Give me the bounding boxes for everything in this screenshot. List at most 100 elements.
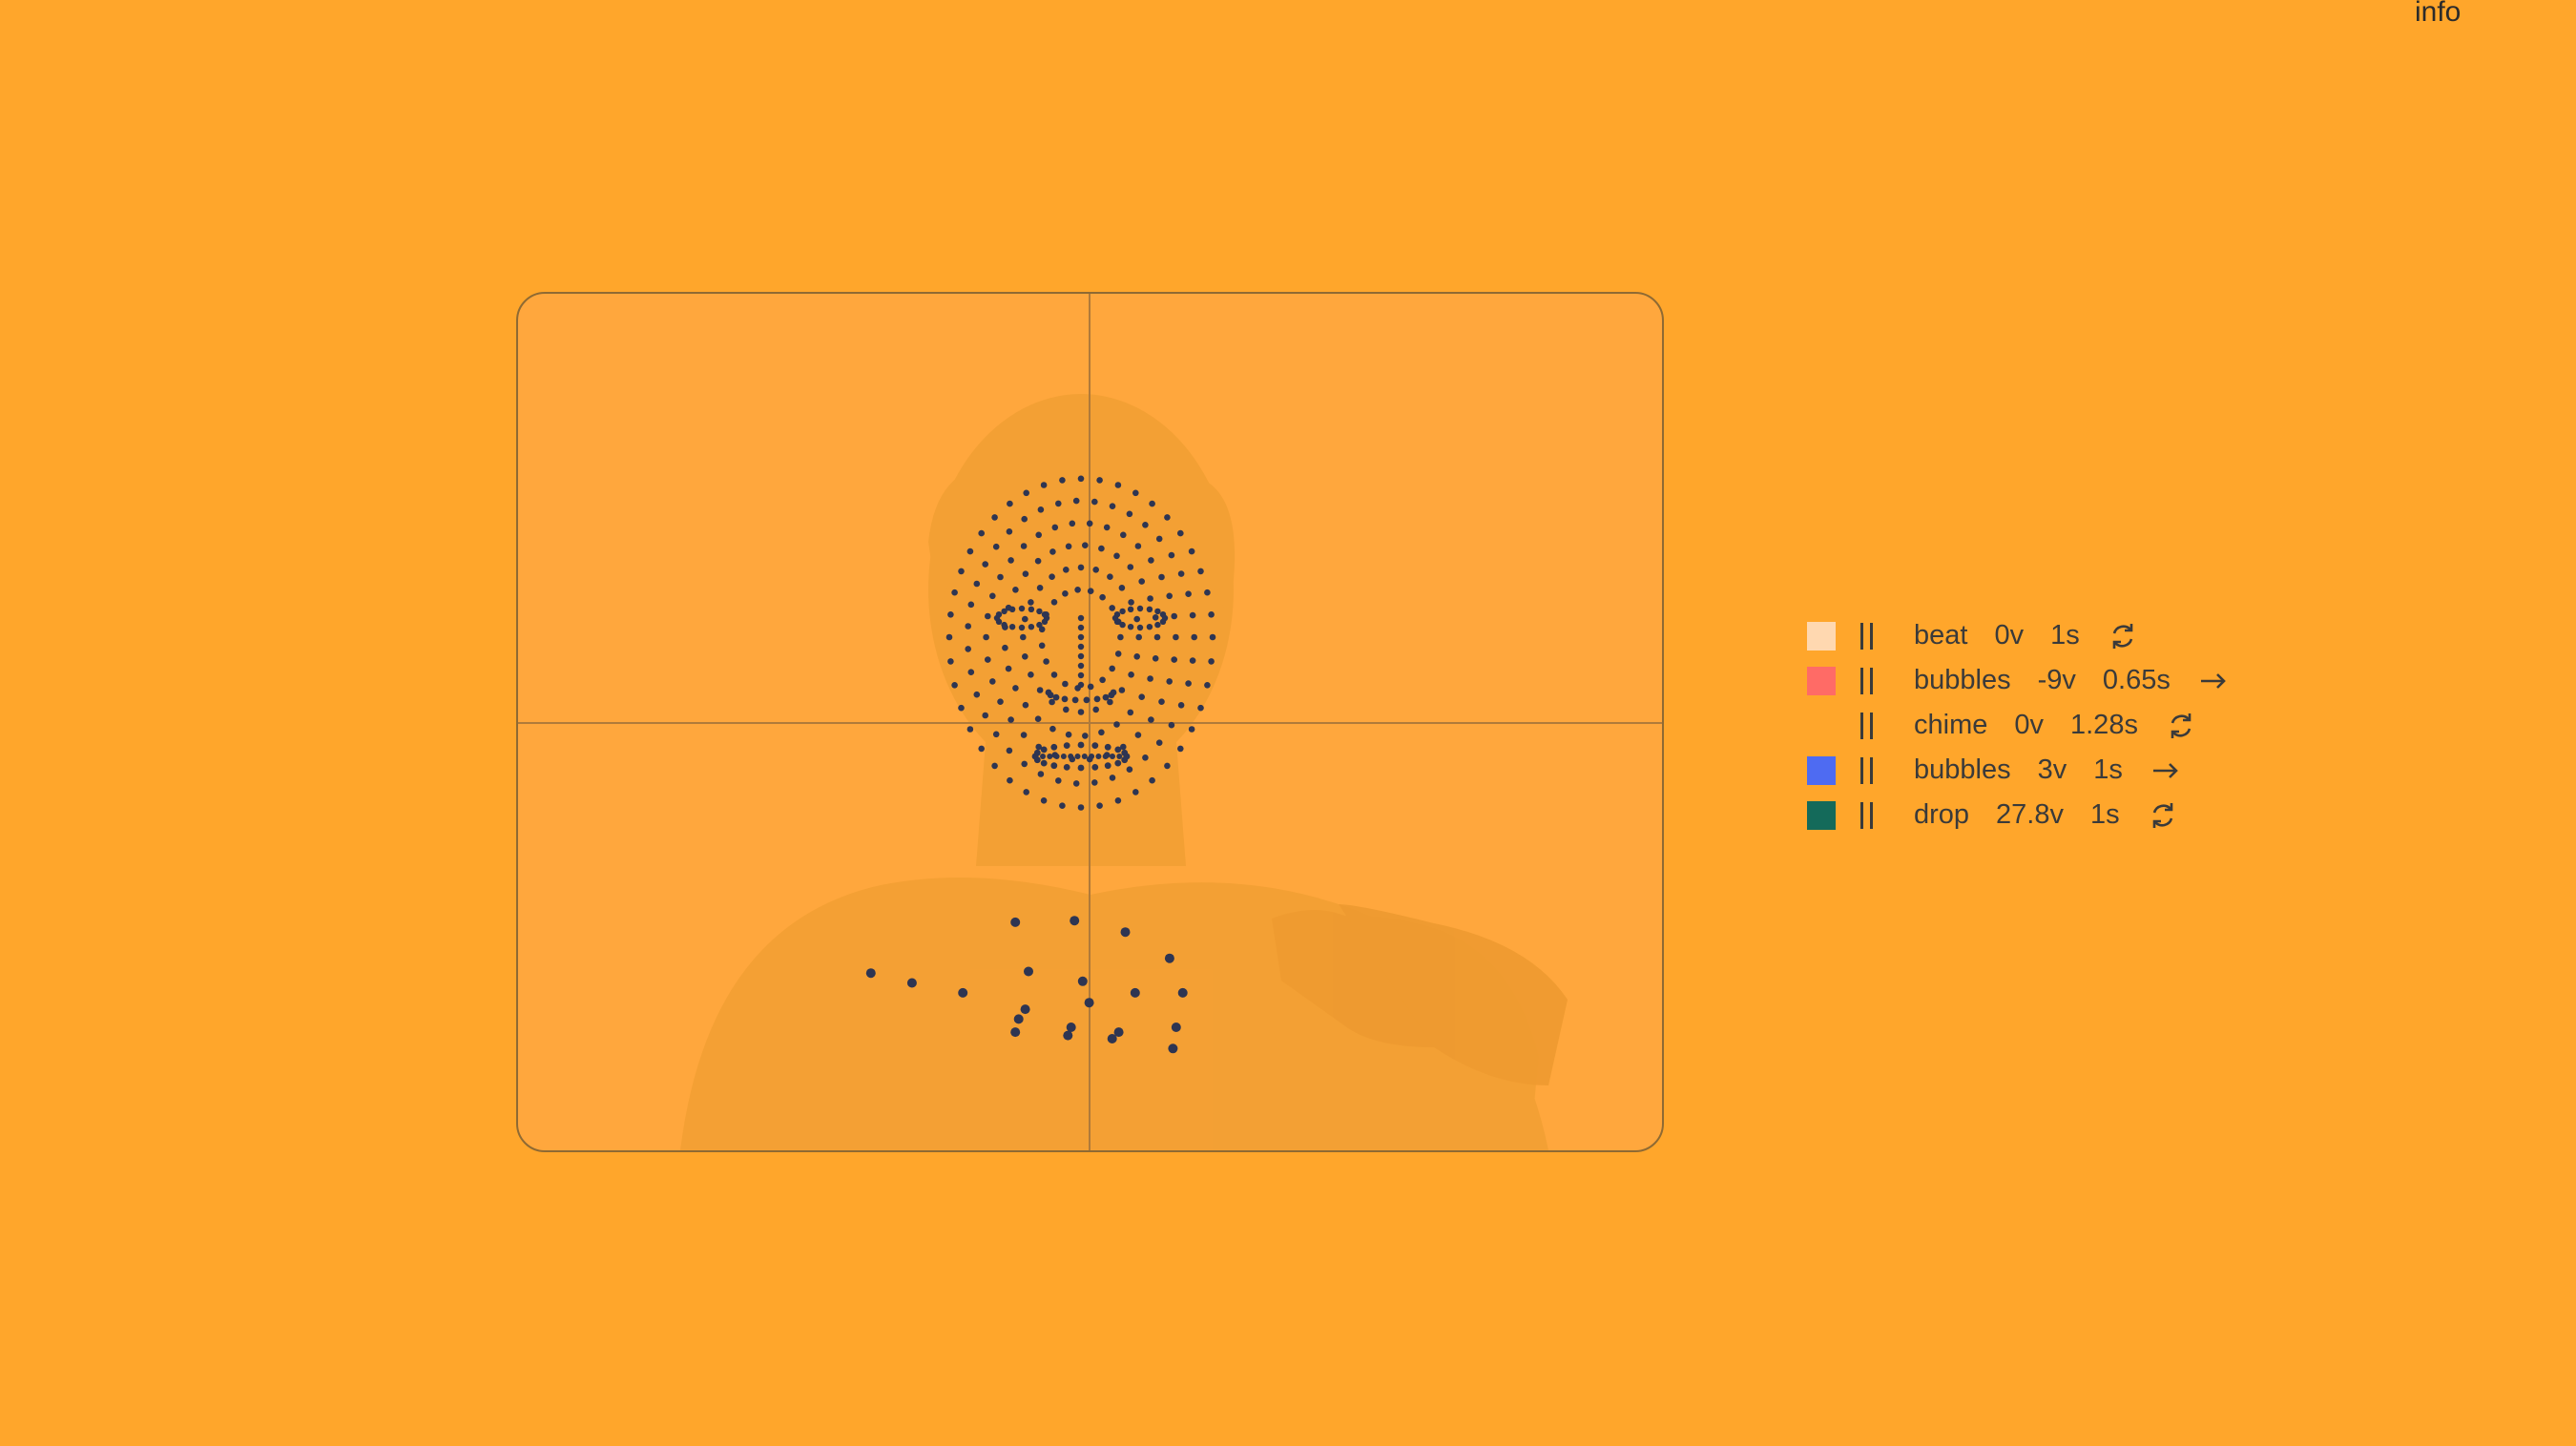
- landmark-dot: [992, 731, 1000, 738]
- landmark-dot: [1001, 608, 1008, 615]
- landmark-dot: [1021, 760, 1028, 768]
- loop-icon[interactable]: [2165, 710, 2197, 742]
- landmark-dot: [985, 612, 991, 620]
- landmark-dot: [1128, 599, 1134, 606]
- landmark-dot: [1148, 557, 1154, 564]
- landmark-dot: [1018, 624, 1026, 631]
- landmark-dot: [1020, 1004, 1030, 1015]
- sound-volume: 27.8v: [1996, 799, 2064, 830]
- landmark-dot: [1159, 618, 1167, 625]
- landmark-dot: [1092, 567, 1099, 573]
- landmark-dot: [1098, 729, 1105, 736]
- landmark-dot: [1023, 789, 1029, 795]
- landmark-dot: [1177, 702, 1185, 709]
- landmark-dot: [1197, 704, 1204, 712]
- landmark-dot: [1077, 764, 1085, 772]
- landmark-dot: [1173, 633, 1179, 641]
- landmark-dot: [1086, 520, 1093, 527]
- landmark-dot: [1060, 754, 1067, 759]
- sound-row: beat 0v 1s: [1807, 613, 2303, 658]
- landmark-dot: [1120, 927, 1131, 938]
- landmark-dot: [1052, 693, 1060, 701]
- landmark-dot: [1038, 642, 1046, 650]
- landmark-dot: [1047, 754, 1053, 759]
- sound-volume: 0v: [1994, 620, 2025, 651]
- landmark-dot: [1189, 657, 1196, 664]
- landmark-dot: [1171, 1023, 1181, 1032]
- landmark-dot: [1164, 762, 1171, 770]
- landmark-dot: [1065, 543, 1072, 550]
- landmark-dot: [1127, 624, 1134, 630]
- sound-duration: 1s: [2090, 799, 2120, 830]
- color-swatch[interactable]: [1807, 800, 1836, 830]
- landmark-dot: [1126, 510, 1133, 518]
- landmark-dot: [1138, 693, 1145, 700]
- landmark-dot: [1049, 573, 1055, 580]
- landmark-dot: [967, 669, 975, 675]
- pause-icon[interactable]: [1860, 667, 1881, 695]
- loop-icon[interactable]: [2107, 620, 2139, 652]
- landmark-dot: [1049, 725, 1056, 733]
- landmark-dot: [958, 568, 965, 575]
- landmark-dot: [1168, 1043, 1178, 1054]
- loop-icon[interactable]: [2147, 799, 2179, 832]
- landmark-dot: [1188, 547, 1195, 555]
- landmark-dot: [1121, 756, 1129, 764]
- landmark-dot: [1077, 633, 1085, 641]
- landmark-dot: [1109, 605, 1115, 611]
- landmark-dot: [1020, 732, 1028, 738]
- arrow-right-icon[interactable]: [2150, 754, 2182, 787]
- landmark-dot: [945, 633, 953, 641]
- landmark-dot: [1204, 589, 1211, 596]
- landmark-dot: [1008, 624, 1016, 630]
- landmark-dot: [992, 543, 1000, 550]
- landmark-dot: [1107, 1034, 1117, 1043]
- color-swatch[interactable]: [1807, 621, 1836, 651]
- landmark-dot: [1069, 520, 1076, 527]
- camera-view: [516, 292, 1664, 1152]
- landmark-dot: [1130, 987, 1140, 998]
- landmark-dot: [1096, 477, 1103, 484]
- landmark-dot: [1043, 658, 1049, 665]
- landmark-dot: [966, 547, 974, 555]
- landmark-dot: [1134, 732, 1142, 738]
- landmark-dot: [1034, 557, 1042, 565]
- landmark-dot: [1099, 676, 1106, 684]
- pause-icon[interactable]: [1860, 756, 1881, 785]
- landmark-dot: [1022, 615, 1028, 623]
- landmark-dot: [1037, 506, 1045, 513]
- landmark-dot: [1077, 662, 1085, 670]
- landmark-dot: [1082, 542, 1089, 548]
- landmark-dot: [1091, 779, 1098, 786]
- landmark-dot: [1020, 543, 1028, 549]
- landmark-dot: [1102, 754, 1109, 759]
- info-link[interactable]: info: [2415, 0, 2461, 29]
- landmark-dot: [1154, 621, 1161, 629]
- landmark-dot: [1185, 590, 1192, 597]
- landmark-dot: [1102, 693, 1110, 701]
- pause-icon[interactable]: [1860, 712, 1881, 740]
- landmark-dot: [1091, 764, 1099, 771]
- sound-duration: 0.65s: [2102, 665, 2171, 695]
- landmark-dot: [1152, 614, 1159, 621]
- landmark-dot: [1008, 557, 1014, 564]
- sound-duration: 1s: [2050, 620, 2080, 651]
- pause-icon[interactable]: [1860, 801, 1881, 830]
- landmark-dot: [1021, 515, 1028, 523]
- sound-volume: -9v: [2037, 665, 2076, 695]
- arrow-right-icon[interactable]: [2197, 665, 2230, 697]
- landmark-dot: [1028, 624, 1035, 630]
- landmark-dot: [1142, 522, 1149, 528]
- color-swatch[interactable]: [1807, 755, 1836, 785]
- landmark-dot: [1091, 742, 1099, 749]
- color-swatch[interactable]: [1807, 666, 1836, 695]
- landmark-dot: [1028, 671, 1034, 678]
- landmark-dot: [1171, 612, 1177, 620]
- landmark-dot: [1055, 500, 1062, 507]
- sound-name: bubbles: [1914, 665, 2011, 695]
- color-swatch[interactable]: [1807, 711, 1836, 740]
- pause-icon[interactable]: [1860, 622, 1881, 651]
- app-page: info beat 0v 1s bubbles -9v 0.65s chime: [0, 0, 2576, 1446]
- landmark-dot: [1036, 621, 1043, 629]
- sound-list: beat 0v 1s bubbles -9v 0.65s chime 0v 1.28s bubbl…: [1807, 613, 2303, 837]
